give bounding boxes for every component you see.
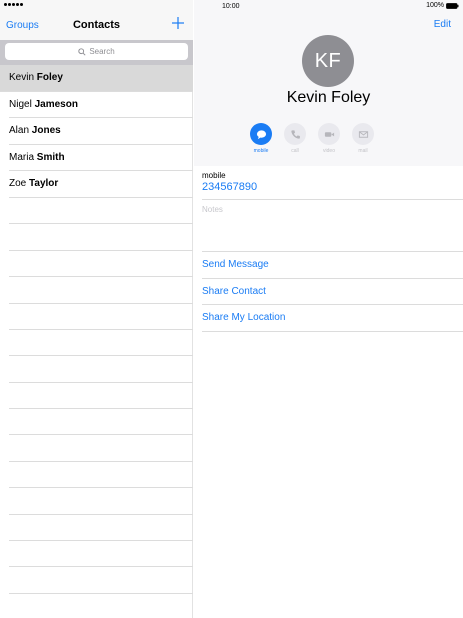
contact-first-name: Zoe bbox=[9, 178, 27, 190]
share-my-location-link[interactable]: Share My Location bbox=[202, 305, 463, 332]
list-navigation-bar: Groups Contacts bbox=[0, 12, 193, 40]
empty-list-row bbox=[0, 435, 193, 463]
page-title: Contacts bbox=[72, 19, 121, 31]
message-action-button[interactable]: mobile bbox=[250, 123, 272, 154]
contact-last-name: Jameson bbox=[34, 98, 78, 110]
action-label: video bbox=[323, 148, 335, 154]
contact-first-name: Nigel bbox=[9, 98, 32, 110]
contact-list: Kevin Foley Nigel Jameson Alan Jones Mar… bbox=[0, 65, 193, 618]
search-input[interactable]: Search bbox=[5, 43, 188, 60]
contact-row-maria-smith[interactable]: Maria Smith bbox=[0, 145, 193, 172]
contact-name: Kevin Foley bbox=[286, 89, 371, 106]
notes-field[interactable]: Notes bbox=[202, 205, 463, 214]
contacts-list-panel: Groups Contacts Search Kevin Foley Nigel… bbox=[0, 0, 193, 618]
search-icon bbox=[78, 47, 86, 56]
empty-list-row bbox=[0, 488, 193, 516]
action-label: call bbox=[291, 148, 299, 154]
action-label: mail bbox=[358, 148, 368, 154]
avatar: KF bbox=[302, 35, 354, 87]
message-icon bbox=[256, 129, 266, 139]
empty-list-row bbox=[0, 356, 193, 384]
contact-first-name: Maria bbox=[9, 151, 35, 163]
empty-list-row bbox=[0, 541, 193, 568]
edit-button[interactable]: Edit bbox=[434, 19, 451, 30]
contact-row-alan-jones[interactable]: Alan Jones bbox=[0, 118, 193, 145]
contact-header: 10:00 100% Edit KF Kevin Foley mobile ca… bbox=[194, 0, 463, 166]
empty-list-row bbox=[0, 567, 193, 595]
mail-action-button[interactable]: mail bbox=[352, 123, 374, 154]
action-label: mobile bbox=[253, 148, 269, 154]
contact-row-nigel-jameson[interactable]: Nigel Jameson bbox=[0, 92, 193, 119]
share-contact-link[interactable]: Share Contact bbox=[202, 279, 463, 306]
phone-icon bbox=[290, 129, 300, 139]
empty-list-row bbox=[0, 251, 193, 278]
phone-label: mobile bbox=[202, 171, 226, 180]
plus-icon[interactable] bbox=[171, 16, 185, 30]
contact-last-name: Foley bbox=[36, 72, 63, 83]
contact-first-name: Kevin bbox=[9, 72, 35, 83]
contact-last-name: Jones bbox=[31, 125, 61, 137]
divider bbox=[202, 199, 463, 200]
phone-number-link[interactable]: 234567890 bbox=[202, 181, 463, 193]
send-message-link[interactable]: Send Message bbox=[202, 252, 463, 279]
contact-first-name: Alan bbox=[9, 125, 30, 137]
search-placeholder: Search bbox=[89, 47, 115, 56]
contact-last-name: Taylor bbox=[29, 178, 59, 190]
mail-icon bbox=[358, 130, 368, 138]
empty-list-row bbox=[0, 277, 193, 304]
battery-percentage: 100% bbox=[426, 2, 444, 9]
video-action-button[interactable]: video bbox=[318, 123, 340, 154]
signal-icon bbox=[4, 3, 23, 6]
empty-list-row bbox=[0, 594, 193, 618]
contact-last-name: Smith bbox=[36, 151, 65, 163]
video-icon bbox=[324, 131, 334, 137]
status-time: 10:00 bbox=[222, 3, 240, 10]
battery-icon bbox=[446, 2, 459, 9]
empty-list-row bbox=[0, 383, 193, 410]
contact-info: mobile 234567890 Notes Send Message Shar… bbox=[202, 168, 463, 332]
contact-detail-panel: 10:00 100% Edit KF Kevin Foley mobile ca… bbox=[194, 0, 463, 618]
contact-actions: mobile call video mail bbox=[250, 123, 374, 154]
empty-list-row bbox=[0, 515, 193, 542]
empty-list-row bbox=[0, 224, 193, 252]
empty-list-row bbox=[0, 198, 193, 225]
contact-row-kevin-foley[interactable]: Kevin Foley bbox=[0, 65, 193, 92]
empty-list-row bbox=[0, 462, 193, 489]
contact-row-zoe-taylor[interactable]: Zoe Taylor bbox=[0, 171, 193, 198]
empty-list-row bbox=[0, 409, 193, 436]
status-bar-left bbox=[0, 0, 193, 12]
empty-list-row bbox=[0, 304, 193, 331]
search-bar: Search bbox=[0, 40, 193, 65]
battery-status: 100% bbox=[426, 2, 459, 9]
empty-list-row bbox=[0, 330, 193, 357]
call-action-button[interactable]: call bbox=[284, 123, 306, 154]
